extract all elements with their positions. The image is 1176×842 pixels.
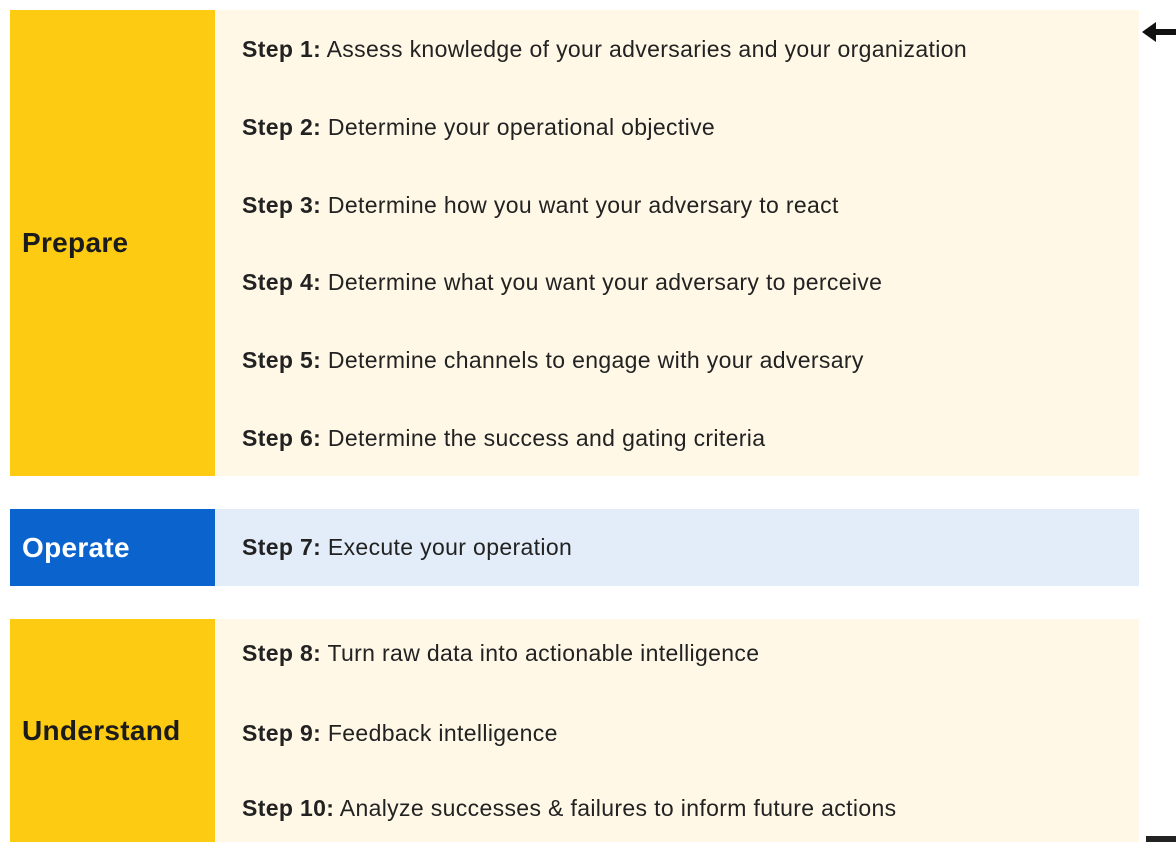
step-text: Turn raw data into actionable intelligen… <box>321 640 760 666</box>
phase-label-understand: Understand <box>10 619 215 842</box>
step-3: Step 3: Determine how you want your adve… <box>242 192 839 219</box>
step-number: Step 3: <box>242 192 322 218</box>
step-number: Step 2: <box>242 114 322 140</box>
step-text: Execute your operation <box>321 534 573 560</box>
step-text: Determine channels to engage with your a… <box>321 347 864 373</box>
step-text: Determine the success and gating criteri… <box>321 425 766 451</box>
step-6: Step 6: Determine the success and gating… <box>242 425 765 452</box>
arrow-left-icon <box>1142 22 1176 42</box>
step-5: Step 5: Determine channels to engage wit… <box>242 347 864 374</box>
step-text: Determine how you want your adversary to… <box>321 192 839 218</box>
step-number: Step 7: <box>242 534 322 560</box>
corner-mark <box>1146 836 1176 842</box>
step-text: Analyze successes & failures to inform f… <box>334 795 897 821</box>
step-number: Step 4: <box>242 269 322 295</box>
phase-operate: Operate Step 7: Execute your operation <box>10 509 1139 586</box>
step-number: Step 6: <box>242 425 322 451</box>
step-8: Step 8: Turn raw data into actionable in… <box>242 640 759 667</box>
phase-steps-operate: Step 7: Execute your operation <box>215 509 1139 586</box>
step-10: Step 10: Analyze successes & failures to… <box>242 795 897 822</box>
step-4: Step 4: Determine what you want your adv… <box>242 269 882 296</box>
step-number: Step 5: <box>242 347 322 373</box>
phase-label-prepare: Prepare <box>10 10 215 476</box>
step-text: Assess knowledge of your adversaries and… <box>321 36 967 62</box>
phase-label-operate: Operate <box>10 509 215 586</box>
framework-diagram: Prepare Step 1: Assess knowledge of your… <box>0 0 1176 842</box>
phase-prepare: Prepare Step 1: Assess knowledge of your… <box>10 10 1139 476</box>
step-number: Step 8: <box>242 640 322 666</box>
step-text: Determine what you want your adversary t… <box>321 269 883 295</box>
step-2: Step 2: Determine your operational objec… <box>242 114 715 141</box>
step-1: Step 1: Assess knowledge of your adversa… <box>242 36 967 63</box>
phase-steps-prepare: Step 1: Assess knowledge of your adversa… <box>215 10 1139 476</box>
step-text: Determine your operational objective <box>321 114 716 140</box>
step-number: Step 1: <box>242 36 322 62</box>
phase-understand: Understand Step 8: Turn raw data into ac… <box>10 619 1139 842</box>
step-text: Feedback intelligence <box>321 720 558 746</box>
step-9: Step 9: Feedback intelligence <box>242 720 558 747</box>
step-number: Step 10: <box>242 795 335 821</box>
step-7: Step 7: Execute your operation <box>242 534 572 561</box>
step-number: Step 9: <box>242 720 322 746</box>
phase-steps-understand: Step 8: Turn raw data into actionable in… <box>215 619 1139 842</box>
